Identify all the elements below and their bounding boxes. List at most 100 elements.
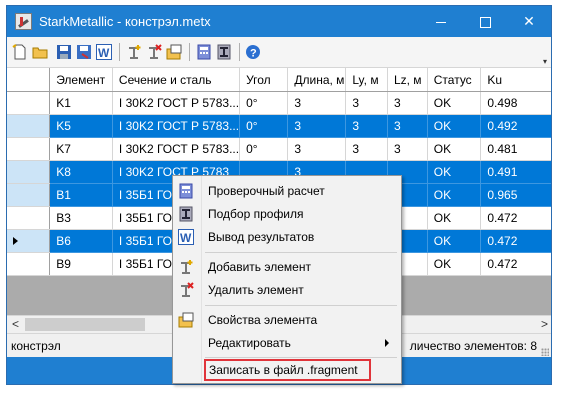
column-header[interactable]: Сечение и сталь <box>112 68 241 92</box>
minimize-icon <box>436 21 446 23</box>
profile-selection-icon <box>179 206 193 222</box>
menu-item-element-properties[interactable]: Свойства элемента <box>175 309 399 331</box>
row-header[interactable] <box>7 183 51 207</box>
table-cell[interactable]: 0° <box>239 114 289 138</box>
menu-separator <box>205 305 397 306</box>
word-export-icon[interactable]: W <box>96 44 112 60</box>
menu-item-check-calc[interactable]: Проверочный расчет <box>175 180 399 202</box>
column-header[interactable]: Угол <box>239 68 289 92</box>
table-cell[interactable]: I 30K2 ГОСТ Р 5783... <box>112 137 241 161</box>
table-cell[interactable]: OK <box>427 206 482 230</box>
table-cell[interactable]: 0.498 <box>480 91 551 115</box>
table-cell[interactable]: I 30K2 ГОСТ Р 5783... <box>112 91 241 115</box>
menu-item-add-element[interactable]: Добавить элемент <box>175 256 399 278</box>
check-calc-icon[interactable] <box>196 44 212 60</box>
scroll-right-icon[interactable]: > <box>536 316 551 333</box>
table-cell[interactable]: I 30K2 ГОСТ Р 5783... <box>112 114 241 138</box>
column-header[interactable]: Ku <box>480 68 551 92</box>
table-cell[interactable]: 0.492 <box>480 114 551 138</box>
table-cell[interactable]: K5 <box>49 114 113 138</box>
table-cell[interactable]: 0.472 <box>480 252 551 276</box>
help-icon[interactable]: ? <box>245 44 261 60</box>
table-cell[interactable]: 3 <box>287 137 347 161</box>
profile-selection-icon[interactable] <box>216 44 232 60</box>
minimize-button[interactable] <box>419 6 463 37</box>
table-cell[interactable]: 0.491 <box>480 160 551 184</box>
table-cell[interactable]: 3 <box>387 91 428 115</box>
table-cell[interactable]: 3 <box>287 114 347 138</box>
table-cell[interactable]: 0.481 <box>480 137 551 161</box>
maximize-button[interactable] <box>463 6 507 37</box>
table-cell[interactable]: OK <box>427 91 482 115</box>
table-cell[interactable]: OK <box>427 160 482 184</box>
menu-separator <box>205 252 397 253</box>
table-row[interactable]: K7 I 30K2 ГОСТ Р 5783... 0° 3 3 3 OK 0.481 <box>7 137 551 161</box>
new-file-icon[interactable] <box>12 44 28 60</box>
add-element-icon[interactable] <box>126 44 142 60</box>
delete-element-icon[interactable] <box>146 44 162 60</box>
scrollbar-thumb[interactable] <box>25 318 145 331</box>
save-icon[interactable] <box>56 44 72 60</box>
table-cell[interactable]: B1 <box>49 183 113 207</box>
row-header[interactable] <box>7 252 51 276</box>
table-row[interactable]: K1 I 30K2 ГОСТ Р 5783... 0° 3 3 3 OK 0.498 <box>7 91 551 115</box>
table-cell[interactable]: OK <box>427 252 482 276</box>
menu-item-label: Свойства элемента <box>208 313 318 327</box>
table-cell[interactable]: 0.472 <box>480 229 551 253</box>
column-header[interactable]: Элемент <box>49 68 113 92</box>
table-cell[interactable]: 3 <box>345 91 388 115</box>
menu-item-write-fragment[interactable]: Записать в файл .fragment <box>204 359 371 381</box>
check-calc-icon <box>179 183 193 199</box>
column-header[interactable]: Lz, м <box>387 68 428 92</box>
save-as-icon[interactable] <box>76 44 92 60</box>
table-cell[interactable]: B9 <box>49 252 113 276</box>
table-cell[interactable]: B3 <box>49 206 113 230</box>
menu-item-label: Вывод результатов <box>208 230 315 244</box>
table-cell[interactable]: OK <box>427 137 482 161</box>
column-header[interactable]: Ly, м <box>345 68 388 92</box>
column-header[interactable]: Длина, м <box>287 68 347 92</box>
row-header[interactable] <box>7 137 51 161</box>
row-header[interactable] <box>7 160 51 184</box>
title-bar[interactable]: StarkMetallic - констрэл.metx ✕ <box>7 6 551 37</box>
menu-item-delete-element[interactable]: Удалить элемент <box>175 279 399 301</box>
element-properties-icon[interactable] <box>166 44 182 60</box>
table-cell[interactable]: 3 <box>387 114 428 138</box>
table-cell[interactable]: OK <box>427 229 482 253</box>
close-icon: ✕ <box>523 13 535 29</box>
table-cell[interactable]: B6 <box>49 229 113 253</box>
table-cell[interactable]: 0° <box>239 91 289 115</box>
table-cell[interactable]: 3 <box>387 137 428 161</box>
table-cell[interactable]: 0.965 <box>480 183 551 207</box>
menu-item-label: Удалить элемент <box>208 283 304 297</box>
table-cell[interactable]: 3 <box>345 114 388 138</box>
table-cell[interactable]: 3 <box>345 137 388 161</box>
table-cell[interactable]: OK <box>427 183 482 207</box>
row-header[interactable] <box>7 91 51 115</box>
row-header[interactable] <box>7 206 51 230</box>
toolbar-overflow-icon[interactable]: ▾ <box>543 57 547 66</box>
row-header[interactable] <box>7 114 51 138</box>
table-cell[interactable]: 3 <box>287 91 347 115</box>
table-cell[interactable]: K1 <box>49 91 113 115</box>
table-cell[interactable]: K8 <box>49 160 113 184</box>
menu-item-output-results[interactable]: W Вывод результатов <box>175 226 399 248</box>
open-folder-icon[interactable] <box>32 44 48 60</box>
menu-item-edit[interactable]: Редактировать <box>175 332 399 354</box>
column-header[interactable]: Статус <box>427 68 482 92</box>
table-cell[interactable]: 0° <box>239 137 289 161</box>
scroll-left-icon[interactable]: < <box>7 316 24 333</box>
close-button[interactable]: ✕ <box>507 6 551 37</box>
table-cell[interactable]: 0.472 <box>480 206 551 230</box>
row-header[interactable] <box>7 229 51 253</box>
svg-text:W: W <box>98 46 110 60</box>
menu-item-profile-selection[interactable]: Подбор профиля <box>175 203 399 225</box>
resize-grip-icon[interactable] <box>541 348 549 356</box>
context-menu: Проверочный расчет Подбор профиля W Выво… <box>172 175 402 384</box>
element-properties-icon <box>178 312 194 328</box>
table-row[interactable]: K5 I 30K2 ГОСТ Р 5783... 0° 3 3 3 OK 0.492 <box>7 114 551 138</box>
table-cell[interactable]: K7 <box>49 137 113 161</box>
status-element-count: личество элементов: 8 <box>409 339 537 353</box>
menu-item-label: Добавить элемент <box>208 260 311 274</box>
table-cell[interactable]: OK <box>427 114 482 138</box>
